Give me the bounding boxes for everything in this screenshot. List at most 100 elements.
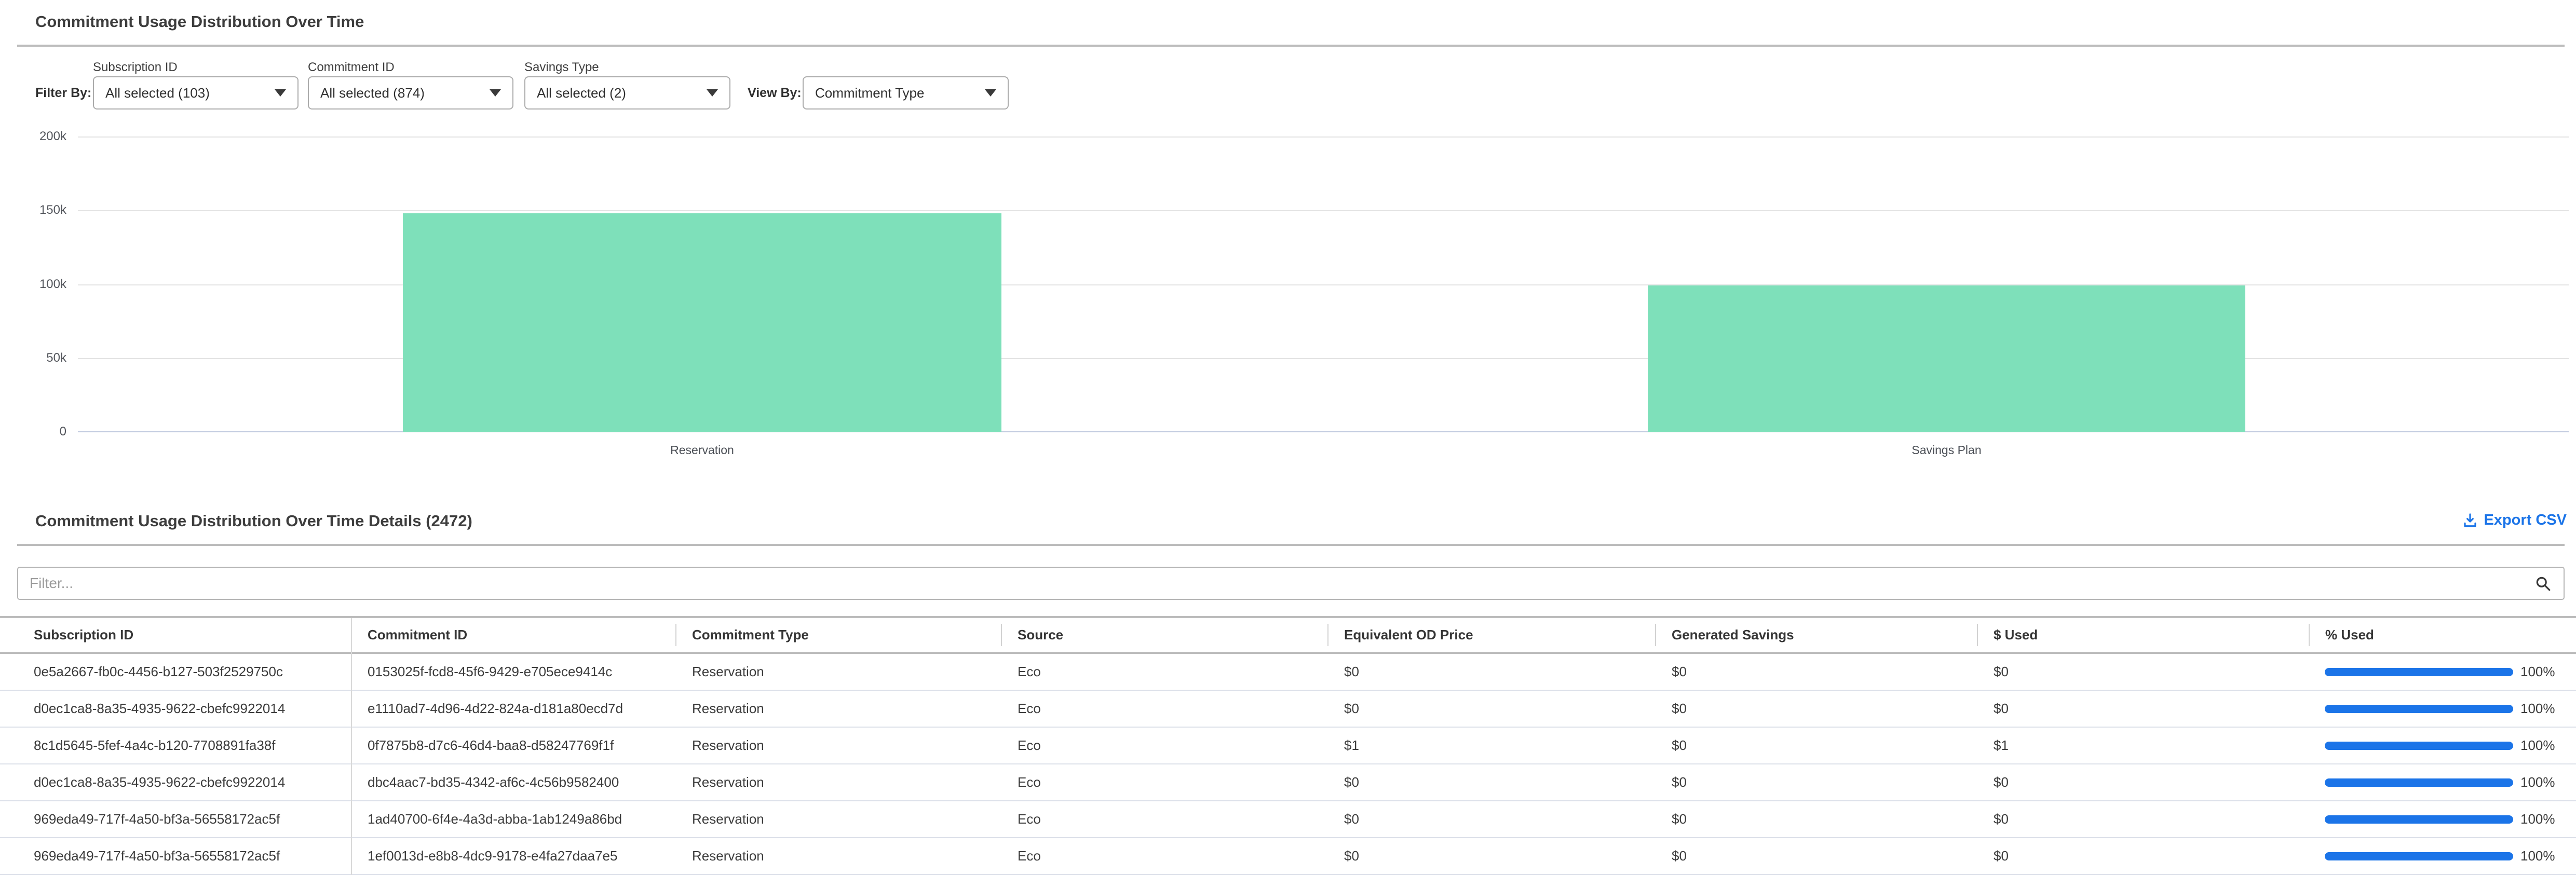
cell-percent-used: 100% xyxy=(2309,764,2576,800)
column-header-dollar-used[interactable]: $ Used xyxy=(1977,618,2309,652)
table-row: 0e5a2667-fb0c-4456-b127-503f2529750c 015… xyxy=(0,654,2576,691)
column-header-percent-used[interactable]: % Used xyxy=(2309,618,2576,652)
column-header-source[interactable]: Source xyxy=(1001,618,1327,652)
cell-subscription-id: d0ec1ca8-8a35-4935-9622-cbefc9922014 xyxy=(0,764,351,800)
usage-percent-label: 100% xyxy=(2520,811,2555,827)
cell-commitment-type: Reservation xyxy=(675,654,1001,690)
cell-commitment-type: Reservation xyxy=(675,728,1001,763)
usage-progress-bar xyxy=(2325,668,2513,676)
cell-equivalent-od-price: $0 xyxy=(1327,838,1655,874)
usage-progress-fill xyxy=(2325,705,2513,713)
cell-subscription-id: 969eda49-717f-4a50-bf3a-56558172ac5f xyxy=(0,801,351,837)
savings-type-dropdown-label: Savings Type xyxy=(524,60,599,75)
cell-equivalent-od-price: $0 xyxy=(1327,764,1655,800)
caret-down-icon xyxy=(985,89,996,97)
cell-generated-savings: $0 xyxy=(1655,691,1977,727)
savings-type-dropdown-value: All selected (2) xyxy=(537,85,626,101)
caret-down-icon xyxy=(490,89,501,97)
details-title: Commitment Usage Distribution Over Time … xyxy=(35,512,472,530)
column-header-commitment-id[interactable]: Commitment ID xyxy=(351,618,675,652)
cell-dollar-used: $0 xyxy=(1977,654,2309,690)
usage-progress-fill xyxy=(2325,742,2513,750)
table-row: 969eda49-717f-4a50-bf3a-56558172ac5f 1ad… xyxy=(0,801,2576,838)
usage-progress-fill xyxy=(2325,852,2513,860)
savings-type-dropdown[interactable]: All selected (2) xyxy=(524,76,730,110)
commitment-id-dropdown-value: All selected (874) xyxy=(320,85,425,101)
cell-commitment-id: 1ef0013d-e8b8-4dc9-9178-e4fa27daa7e5 xyxy=(351,838,675,874)
cell-subscription-id: 969eda49-717f-4a50-bf3a-56558172ac5f xyxy=(0,838,351,874)
table-row: d0ec1ca8-8a35-4935-9622-cbefc9922014 e11… xyxy=(0,691,2576,728)
bar-reservation[interactable] xyxy=(403,213,1001,432)
cell-commitment-id: 0f7875b8-d7c6-46d4-baa8-d58247769f1f xyxy=(351,728,675,763)
cell-commitment-id: dbc4aac7-bd35-4342-af6c-4c56b9582400 xyxy=(351,764,675,800)
cell-source: Eco xyxy=(1001,838,1327,874)
cell-percent-used: 100% xyxy=(2309,838,2576,874)
cell-percent-used: 100% xyxy=(2309,691,2576,727)
column-divider xyxy=(351,618,352,875)
cell-commitment-type: Reservation xyxy=(675,691,1001,727)
cell-commitment-type: Reservation xyxy=(675,838,1001,874)
table-header-row: Subscription ID Commitment ID Commitment… xyxy=(0,618,2576,654)
usage-progress-bar xyxy=(2325,742,2513,750)
commitment-usage-bar-chart: 200k 150k 100k 50k 0 Reservation Savings… xyxy=(0,125,2576,488)
cell-source: Eco xyxy=(1001,801,1327,837)
subscription-id-dropdown[interactable]: All selected (103) xyxy=(93,76,299,110)
page-title: Commitment Usage Distribution Over Time xyxy=(35,12,364,31)
cell-equivalent-od-price: $1 xyxy=(1327,728,1655,763)
cell-commitment-type: Reservation xyxy=(675,764,1001,800)
view-by-label: View By: xyxy=(748,76,802,110)
table-row: 969eda49-717f-4a50-bf3a-56558172ac5f 1ef… xyxy=(0,838,2576,875)
cell-subscription-id: 0e5a2667-fb0c-4456-b127-503f2529750c xyxy=(0,654,351,690)
y-axis-tick: 100k xyxy=(0,277,66,292)
usage-progress-fill xyxy=(2325,778,2513,787)
usage-progress-bar xyxy=(2325,705,2513,713)
search-icon xyxy=(2533,574,2552,593)
cell-percent-used: 100% xyxy=(2309,728,2576,763)
usage-progress-bar xyxy=(2325,778,2513,787)
usage-percent-label: 100% xyxy=(2520,848,2555,864)
column-header-subscription-id[interactable]: Subscription ID xyxy=(0,618,351,652)
x-axis-label-reservation: Reservation xyxy=(403,442,1001,458)
y-axis-tick: 150k xyxy=(0,202,66,218)
caret-down-icon xyxy=(275,89,286,97)
usage-progress-fill xyxy=(2325,815,2513,824)
commitment-id-dropdown-label: Commitment ID xyxy=(308,60,395,75)
cell-equivalent-od-price: $0 xyxy=(1327,654,1655,690)
cell-commitment-id: 0153025f-fcd8-45f6-9429-e705ece9414c xyxy=(351,654,675,690)
cell-generated-savings: $0 xyxy=(1655,801,1977,837)
commitment-id-dropdown[interactable]: All selected (874) xyxy=(308,76,513,110)
column-header-generated-savings[interactable]: Generated Savings xyxy=(1655,618,1977,652)
subscription-id-dropdown-value: All selected (103) xyxy=(105,85,210,101)
cell-dollar-used: $0 xyxy=(1977,801,2309,837)
cell-equivalent-od-price: $0 xyxy=(1327,801,1655,837)
cell-percent-used: 100% xyxy=(2309,654,2576,690)
cell-source: Eco xyxy=(1001,691,1327,727)
table-filter xyxy=(17,567,2565,600)
column-header-equivalent-od-price[interactable]: Equivalent OD Price xyxy=(1327,618,1655,652)
gridline xyxy=(78,210,2569,211)
export-csv-button[interactable]: Export CSV xyxy=(2462,512,2567,529)
y-axis-tick: 0 xyxy=(0,424,66,440)
subscription-id-dropdown-label: Subscription ID xyxy=(93,60,178,75)
usage-progress-fill xyxy=(2325,668,2513,676)
bar-savings-plan[interactable] xyxy=(1648,285,2245,432)
column-header-commitment-type[interactable]: Commitment Type xyxy=(675,618,1001,652)
cell-dollar-used: $1 xyxy=(1977,728,2309,763)
commitment-usage-page: Commitment Usage Distribution Over Time … xyxy=(0,0,2576,875)
cell-dollar-used: $0 xyxy=(1977,691,2309,727)
cell-dollar-used: $0 xyxy=(1977,764,2309,800)
table-filter-input[interactable] xyxy=(17,567,2565,600)
usage-percent-label: 100% xyxy=(2520,701,2555,717)
cell-subscription-id: d0ec1ca8-8a35-4935-9622-cbefc9922014 xyxy=(0,691,351,727)
download-icon xyxy=(2462,512,2478,529)
view-by-dropdown[interactable]: Commitment Type xyxy=(803,76,1009,110)
table-body: 0e5a2667-fb0c-4456-b127-503f2529750c 015… xyxy=(0,654,2576,875)
y-axis-tick: 50k xyxy=(0,350,66,366)
section-divider xyxy=(17,544,2565,546)
filter-by-label: Filter By: xyxy=(35,76,91,110)
cell-commitment-id: 1ad40700-6f4e-4a3d-abba-1ab1249a86bd xyxy=(351,801,675,837)
cell-generated-savings: $0 xyxy=(1655,764,1977,800)
y-axis-tick: 200k xyxy=(0,129,66,144)
cell-generated-savings: $0 xyxy=(1655,838,1977,874)
section-divider xyxy=(17,45,2565,47)
